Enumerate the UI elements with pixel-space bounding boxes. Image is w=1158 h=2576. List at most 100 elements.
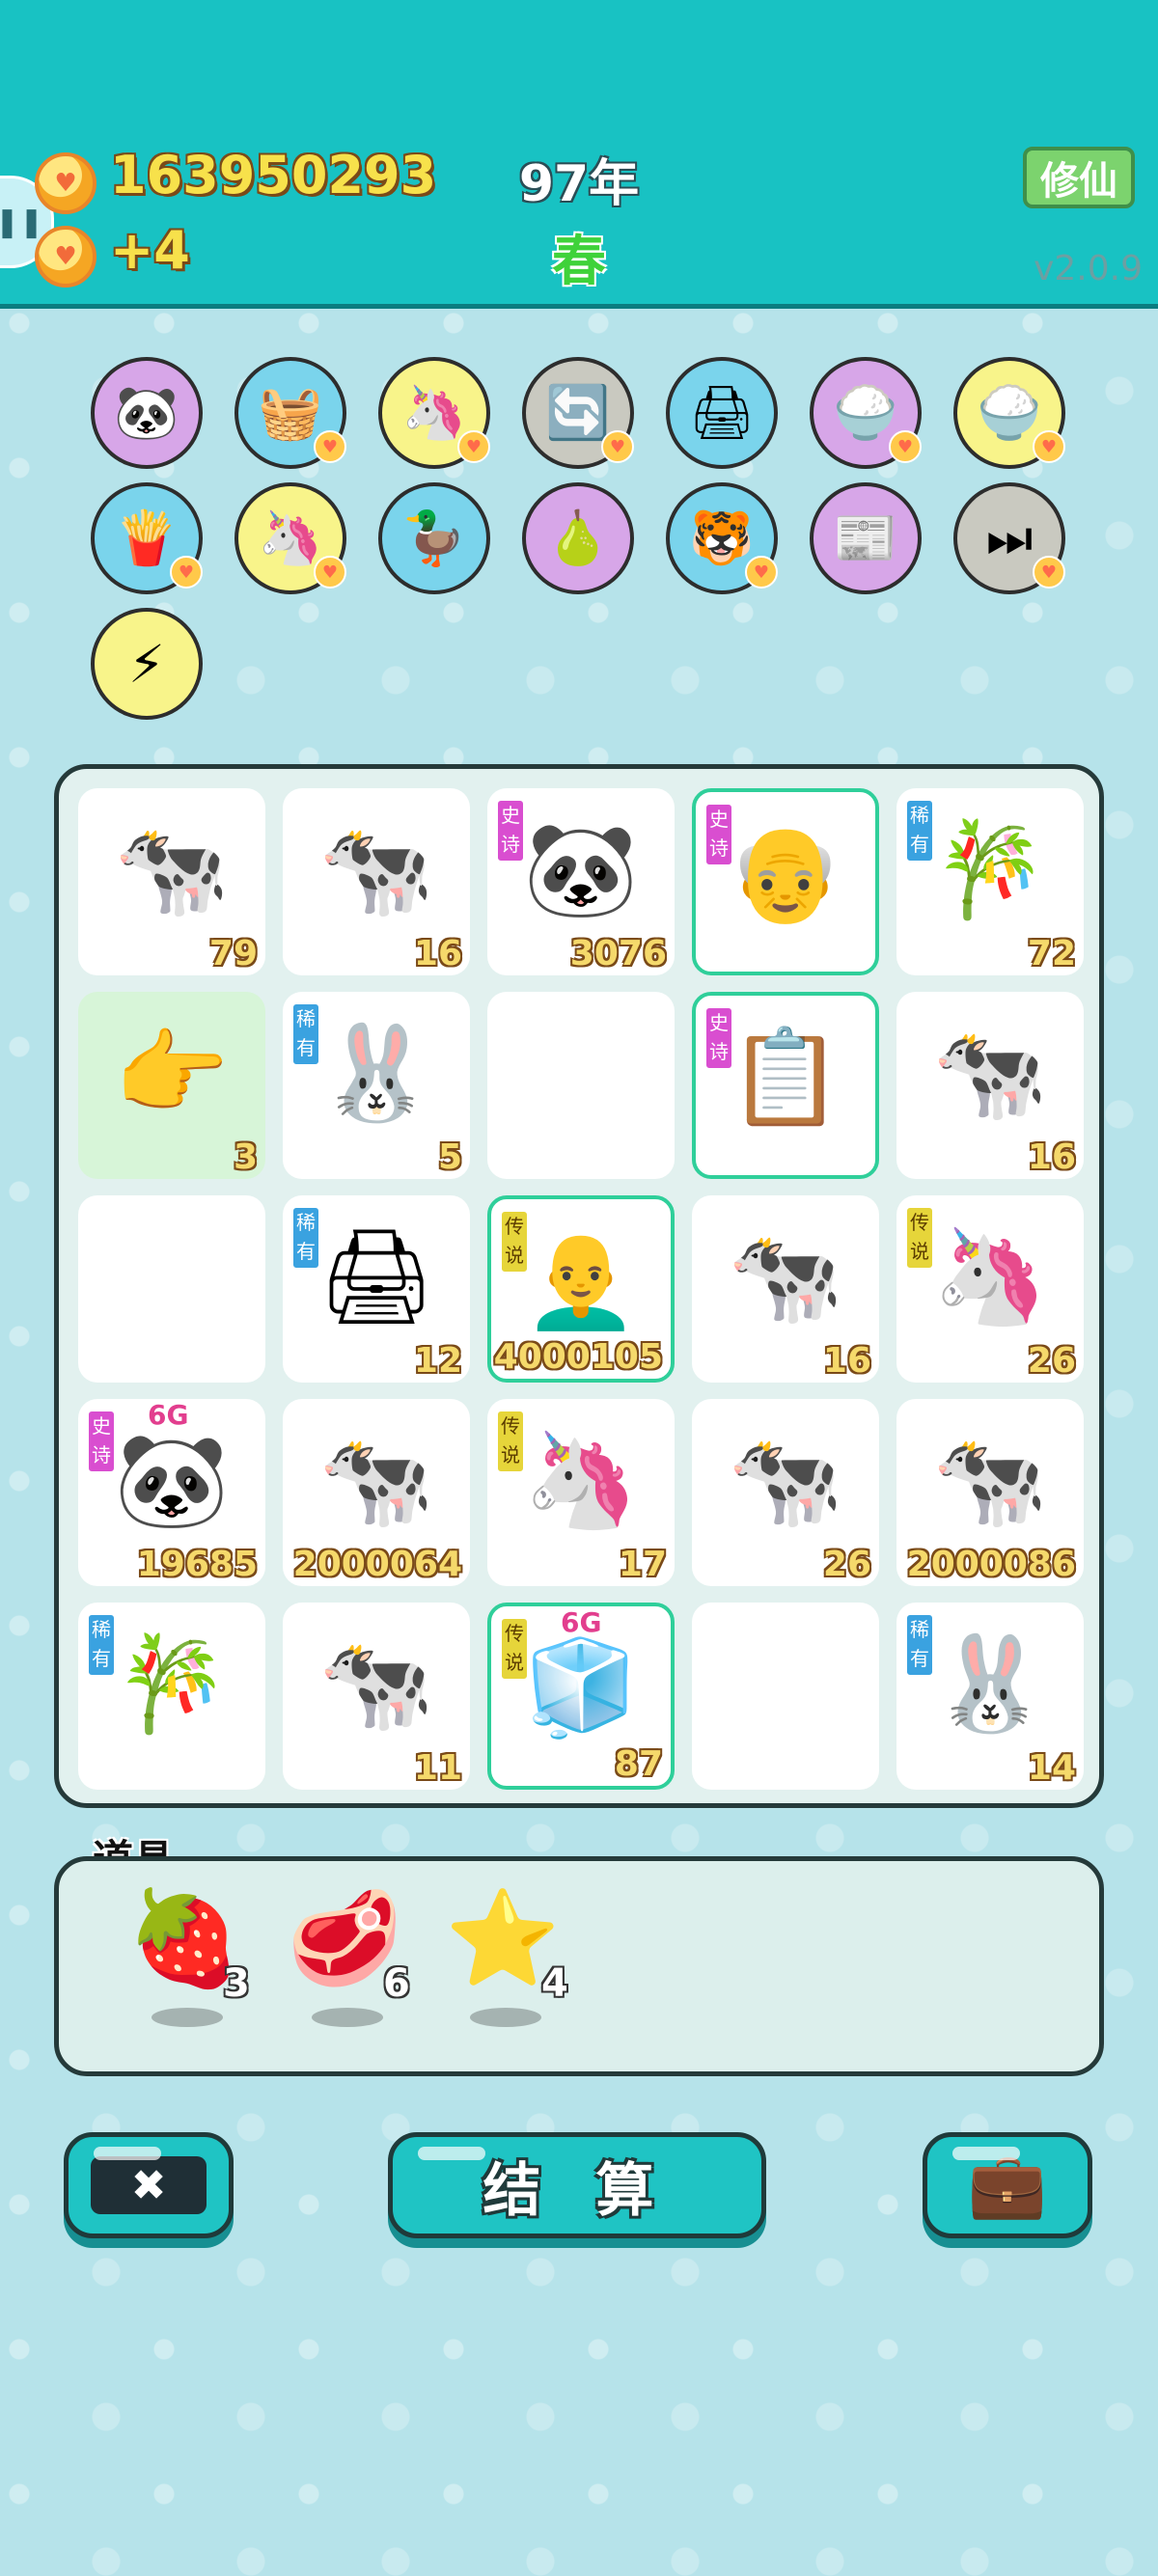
coin-total: 163950293 [110,145,437,206]
board-cell[interactable]: 🐄 16 [896,992,1084,1179]
skill-rice-bowl-button[interactable]: 🍚 ♥ [953,357,1065,469]
panda-icon: 🐼 [114,382,179,443]
item-count: 26 [1027,1341,1076,1381]
item-icon: 🐄 [932,1019,1048,1127]
board-cell[interactable]: 🦄 传说 17 [487,1399,675,1586]
item-count: 72 [1027,934,1076,973]
network-badge: 6G [148,1399,189,1431]
heart-badge-icon: ♥ [314,556,346,589]
version-label: v2.0.9 [1034,249,1143,288]
rarity-tag: 稀有 [86,1612,117,1678]
skill-fries-button[interactable]: 🍟 ♥ [91,482,203,594]
props-panel: 🍓 3 🥩 6 ⭐ 4 [54,1856,1104,2076]
skill-unicorn-button[interactable]: 🦄 ♥ [378,357,490,469]
board-cell[interactable]: 🐄 11 [283,1603,470,1790]
board-cell[interactable]: 🐄 79 [78,788,265,975]
skill-recycle-button[interactable]: 🔄 ♥ [522,357,634,469]
board-cell[interactable]: 🐼 史诗 3076 [487,788,675,975]
close-button[interactable]: ✖ [64,2132,234,2238]
board-cell[interactable]: 🐰 稀有 5 [283,992,470,1179]
item-count: 16 [822,1341,871,1381]
recycle-icon: 🔄 [545,382,611,443]
item-count: 87 [614,1744,663,1784]
board-cell[interactable]: 👉 3 [78,992,265,1179]
skill-panda-button[interactable]: 🐼 [91,357,203,469]
board-cell[interactable]: 🐄 16 [692,1195,879,1383]
skill-tiger-button[interactable]: 🐯 ♥ [666,482,778,594]
prop-lychee[interactable]: 🍓 3 [126,1884,262,2039]
prop-liver[interactable]: 🥩 6 [287,1884,422,2039]
board-cell[interactable]: 🐄 26 [692,1399,879,1586]
close-icon: ✖ [91,2156,207,2214]
item-count: 17 [618,1545,667,1584]
rice-bowl-icon: 🍚 [833,382,898,443]
skill-time-magazine-button[interactable]: 📰 [810,482,922,594]
heart-badge-icon: ♥ [889,430,922,463]
board-cell[interactable]: 📋 史诗 [692,992,879,1179]
board-cell[interactable]: 🐼 史诗 6G 19685 [78,1399,265,1586]
prop-shadow [470,2008,541,2027]
board-cell[interactable]: 🐄 2000064 [283,1399,470,1586]
rarity-tag: 史诗 [703,802,734,867]
rarity-tag: 史诗 [495,798,526,863]
item-count: 12 [413,1341,462,1381]
item-count: 5 [437,1137,462,1177]
xiuxian-button[interactable]: 修仙 [1023,147,1135,208]
item-icon: 🐄 [932,1426,1048,1534]
board-cell[interactable]: 🎋 稀有 [78,1603,265,1790]
item-count: 16 [413,934,462,973]
item-count: 3076 [569,934,667,973]
skill-fruit-basket-button[interactable]: 🧺 ♥ [234,357,346,469]
bag-button[interactable]: 💼 [923,2132,1092,2238]
fruit-basket-icon: 🧺 [258,382,323,443]
item-icon: 👉 [114,1019,230,1127]
skill-printer-button[interactable]: 🖨 [666,357,778,469]
guava-icon: 🍐 [545,507,611,568]
prop-shadow [312,2008,383,2027]
heart-badge-icon: ♥ [314,430,346,463]
settle-label: 结 算 [482,2156,672,2225]
heart-badge-icon: ♥ [170,556,203,589]
skill-rice-bowl-button[interactable]: 🍚 ♥ [810,357,922,469]
board-cell[interactable] [692,1603,879,1790]
button-shine [952,2147,1020,2160]
item-count: 26 [822,1545,871,1584]
board-cell[interactable]: 🧊 传说 6G 87 [487,1603,675,1790]
prop-star[interactable]: ⭐ 4 [445,1884,580,2039]
item-icon: 🐄 [318,815,434,923]
heart-badge-icon: ♥ [745,556,778,589]
board-cell[interactable]: 🐄 2000086 [896,1399,1084,1586]
board-cell[interactable]: 🖨 稀有 12 [283,1195,470,1383]
rarity-tag: 传说 [499,1209,530,1274]
settle-button[interactable]: 结 算 [388,2132,766,2238]
item-count: 3 [233,1137,258,1177]
coin-rate-icon: ♥ [35,226,96,288]
item-count: 79 [208,934,258,973]
skill-next-button[interactable]: ⏭ ♥ [953,482,1065,594]
coin-rate: +4 [110,220,190,281]
printer-icon: 🖨 [688,382,756,443]
board-cell[interactable]: 🐰 稀有 14 [896,1603,1084,1790]
board-cell[interactable]: 👨‍🦲 传说 4000105 [487,1195,675,1383]
year-label: 97年 [518,155,640,213]
board-cell[interactable] [487,992,675,1179]
skill-unicorn-button[interactable]: 🦄 ♥ [234,482,346,594]
skill-duck-pot-button[interactable]: 🦆 [378,482,490,594]
heart-badge-icon: ♥ [601,430,634,463]
rarity-tag: 传说 [499,1616,530,1682]
coin-icon: ♥ [35,152,96,214]
skill-lightning-button[interactable]: ⚡ [91,608,203,720]
board-cell[interactable]: 👴 史诗 [692,788,879,975]
board-cell[interactable]: 🦄 传说 26 [896,1195,1084,1383]
lightning-icon: ⚡ [128,633,165,695]
item-count: 11 [413,1748,462,1788]
prop-count: 4 [541,1961,568,2006]
board-cell[interactable] [78,1195,265,1383]
skill-guava-button[interactable]: 🍐 [522,482,634,594]
rarity-tag: 史诗 [703,1005,734,1071]
item-count: 14 [1027,1748,1076,1788]
network-badge: 6G [561,1606,602,1638]
board-cell[interactable]: 🐄 16 [283,788,470,975]
board-cell[interactable]: 🎋 稀有 72 [896,788,1084,975]
duck-pot-icon: 🦆 [401,507,467,568]
